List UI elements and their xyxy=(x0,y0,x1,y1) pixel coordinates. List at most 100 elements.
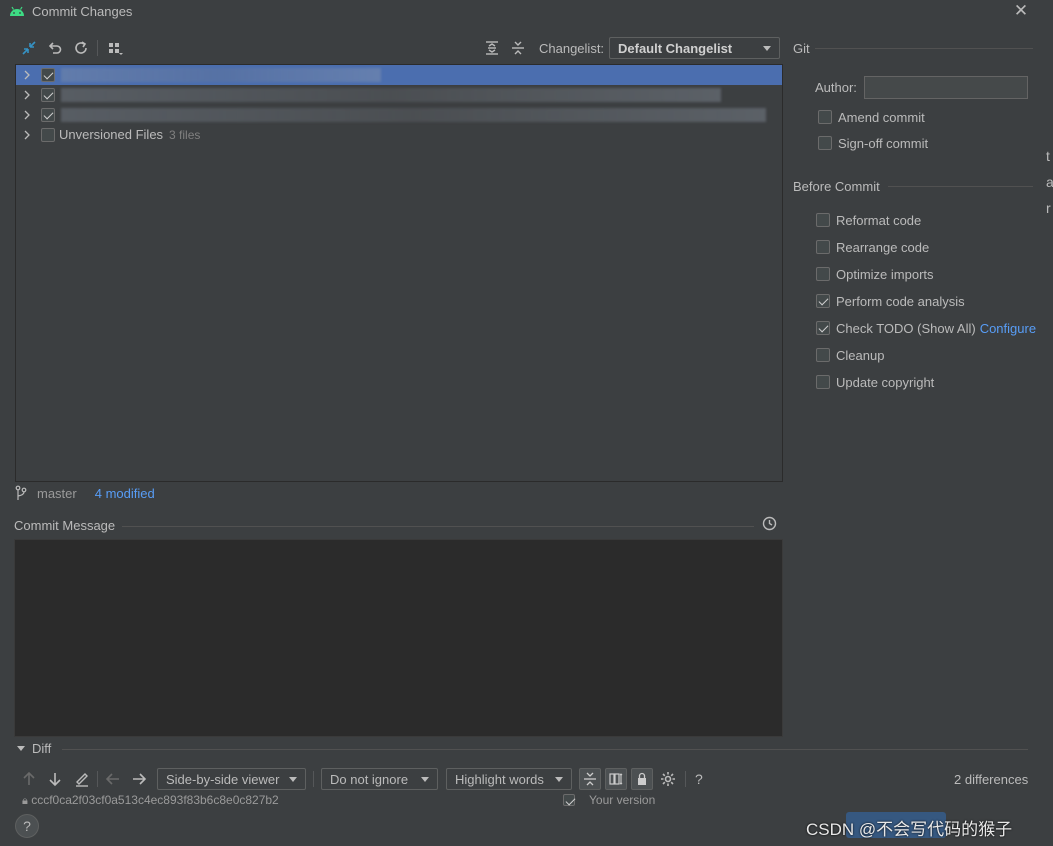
your-version-checkbox[interactable] xyxy=(563,794,575,806)
rearrange-code-label: Rearrange code xyxy=(836,239,930,255)
collapse-unchanged-icon xyxy=(584,772,596,786)
amend-commit-option[interactable]: Amend commit xyxy=(818,108,925,126)
your-version-row: Your version xyxy=(563,793,655,807)
tree-row-checkbox[interactable] xyxy=(41,68,55,82)
author-input[interactable] xyxy=(864,76,1028,99)
ignore-value: Do not ignore xyxy=(330,771,409,787)
divider xyxy=(888,186,1033,187)
unversioned-files-label: Unversioned Files xyxy=(59,127,164,142)
chevron-right-icon[interactable] xyxy=(22,108,32,122)
rollback-icon[interactable] xyxy=(46,39,64,57)
reformat-code-label: Reformat code xyxy=(836,212,922,228)
redacted-path xyxy=(61,88,721,102)
reformat-code-checkbox[interactable] xyxy=(816,213,830,227)
edit-pencil-icon[interactable] xyxy=(74,771,90,787)
differences-count: 2 differences xyxy=(954,772,1029,787)
group-by-icon[interactable] xyxy=(106,39,124,57)
check-todo-checkbox[interactable] xyxy=(816,321,830,335)
chevron-right-icon[interactable] xyxy=(22,88,32,102)
cleanup-option[interactable]: Cleanup xyxy=(816,346,884,364)
title-bar: Commit Changes ✕ xyxy=(0,0,1053,24)
divider xyxy=(815,48,1033,49)
sync-scroll-button[interactable] xyxy=(605,768,627,790)
author-label: Author: xyxy=(815,80,857,95)
configure-link[interactable]: Configure xyxy=(980,321,1036,336)
collapse-unchanged-button[interactable] xyxy=(579,768,601,790)
tree-row[interactable] xyxy=(16,65,782,85)
redacted-path xyxy=(61,68,381,82)
gear-icon[interactable] xyxy=(660,771,676,787)
lock-icon xyxy=(638,772,646,785)
reformat-code-option[interactable]: Reformat code xyxy=(816,211,921,229)
toolbar-separator xyxy=(685,771,686,787)
rearrange-code-checkbox[interactable] xyxy=(816,240,830,254)
signoff-commit-label: Sign-off commit xyxy=(838,135,929,151)
tree-row-checkbox[interactable] xyxy=(41,128,55,142)
show-diff-icon[interactable] xyxy=(20,39,38,57)
arrow-down-icon[interactable] xyxy=(48,771,62,787)
revision-hash: cccf0ca2f03cf0a513c4ec893f83b6c8e0c827b2 xyxy=(31,793,279,807)
changelist-dropdown[interactable]: Default Changelist xyxy=(609,37,780,59)
modified-count-link[interactable]: 4 modified xyxy=(95,486,155,501)
rearrange-code-option[interactable]: Rearrange code xyxy=(816,238,929,256)
chevron-right-icon[interactable] xyxy=(22,68,32,82)
history-clock-icon[interactable] xyxy=(762,516,777,531)
diff-help-icon[interactable]: ? xyxy=(695,771,703,787)
close-icon[interactable]: ✕ xyxy=(1013,2,1029,19)
commit-message-input[interactable] xyxy=(14,539,783,737)
arrow-right-icon[interactable] xyxy=(131,771,147,787)
toolbar-separator xyxy=(97,771,98,787)
perform-code-analysis-option[interactable]: Perform code analysis xyxy=(816,292,965,310)
tree-row[interactable] xyxy=(16,85,782,105)
tree-row-label: Unversioned Files 3 files xyxy=(59,127,200,142)
check-todo-option[interactable]: Check TODO (Show All) Configure xyxy=(816,319,1036,337)
watermark: CSDN @不会写代码的猴子 xyxy=(806,820,1013,839)
cleanup-label: Cleanup xyxy=(836,347,885,363)
tree-row-checkbox[interactable] xyxy=(41,88,55,102)
help-button[interactable]: ? xyxy=(15,814,39,838)
expand-all-icon[interactable] xyxy=(483,39,501,57)
refresh-icon[interactable] xyxy=(72,39,90,57)
sync-scroll-icon xyxy=(609,773,623,785)
edge-text: a xyxy=(1046,174,1053,190)
check-todo-label: Check TODO (Show All) xyxy=(836,320,976,336)
changes-tree[interactable]: Unversioned Files 3 files xyxy=(15,64,783,482)
branch-name: master xyxy=(37,485,77,501)
chevron-down-icon xyxy=(555,776,563,782)
chevron-down-icon xyxy=(763,45,771,51)
perform-code-analysis-checkbox[interactable] xyxy=(816,294,830,308)
divider xyxy=(122,526,754,527)
highlight-dropdown[interactable]: Highlight words xyxy=(446,768,572,790)
viewer-dropdown[interactable]: Side-by-side viewer xyxy=(157,768,306,790)
arrow-left-icon[interactable] xyxy=(105,771,121,787)
tree-row-checkbox[interactable] xyxy=(41,108,55,122)
collapse-all-icon[interactable] xyxy=(509,39,527,57)
cleanup-checkbox[interactable] xyxy=(816,348,830,362)
tree-row[interactable] xyxy=(16,105,782,125)
signoff-commit-checkbox[interactable] xyxy=(818,136,832,150)
tree-row-unversioned[interactable]: Unversioned Files 3 files xyxy=(16,125,782,145)
diff-file-revision: 🔒︎ cccf0ca2f03cf0a513c4ec893f83b6c8e0c82… xyxy=(22,793,279,808)
lock-button[interactable] xyxy=(631,768,653,790)
optimize-imports-option[interactable]: Optimize imports xyxy=(816,265,934,283)
arrow-up-icon[interactable] xyxy=(22,771,36,787)
diff-header-label: Diff xyxy=(32,741,52,756)
window-title: Commit Changes xyxy=(32,4,133,19)
toolbar-separator xyxy=(97,40,98,56)
changelist-value: Default Changelist xyxy=(618,40,733,56)
optimize-imports-label: Optimize imports xyxy=(836,266,934,282)
ignore-dropdown[interactable]: Do not ignore xyxy=(321,768,438,790)
update-copyright-checkbox[interactable] xyxy=(816,375,830,389)
update-copyright-option[interactable]: Update copyright xyxy=(816,373,934,391)
highlight-value: Highlight words xyxy=(455,771,544,787)
optimize-imports-checkbox[interactable] xyxy=(816,267,830,281)
divider xyxy=(62,749,1028,750)
diff-section-toggle[interactable]: Diff xyxy=(16,741,51,756)
amend-commit-checkbox[interactable] xyxy=(818,110,832,124)
before-commit-header: Before Commit xyxy=(793,179,880,194)
signoff-commit-option[interactable]: Sign-off commit xyxy=(818,134,928,152)
chevron-right-icon[interactable] xyxy=(22,128,32,142)
edge-text: t xyxy=(1046,148,1050,164)
triangle-down-icon xyxy=(17,745,25,751)
your-version-label: Your version xyxy=(589,793,656,807)
